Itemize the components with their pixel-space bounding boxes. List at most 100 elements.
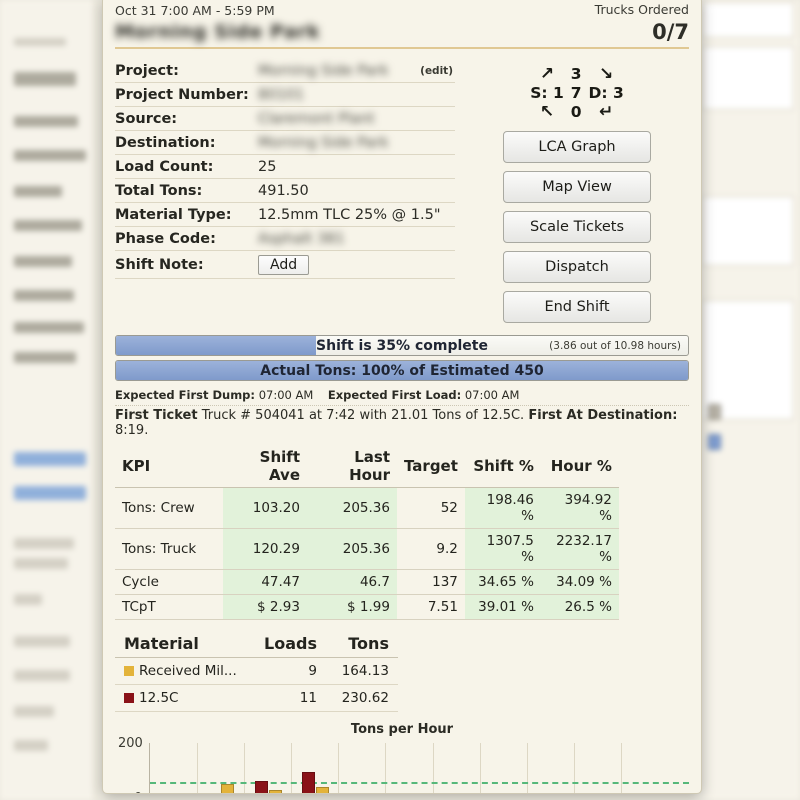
chart-bar-group xyxy=(302,772,329,794)
material-cell-tons: 230.62 xyxy=(326,685,398,712)
kpi-col-shift-ave: Shift Ave xyxy=(223,448,307,488)
detail-row-total-tons: Total Tons: 491.50 xyxy=(115,179,455,203)
material-section: Material Loads Tons Received Mil... 9 16… xyxy=(103,620,701,712)
background-bar xyxy=(708,404,721,420)
tons-progress-bar: Actual Tons: 100% of Estimated 450 xyxy=(115,360,689,381)
kpi-cell-shift-ave: 103.20 xyxy=(223,488,307,529)
map-view-button[interactable]: Map View xyxy=(503,171,651,203)
kpi-table: KPI Shift Ave Last Hour Target Shift % H… xyxy=(115,448,619,620)
detail-label: Destination: xyxy=(115,135,258,151)
first-at-destination-label: First At Destination: xyxy=(528,408,677,423)
background-sidebar-line xyxy=(14,740,48,751)
add-shift-note-button[interactable]: Add xyxy=(258,255,309,275)
expected-divider xyxy=(115,405,689,406)
chart-plot-area: 200 0 xyxy=(149,743,689,794)
detail-value: Asphalt 381 xyxy=(258,231,455,247)
detail-label: Shift Note: xyxy=(115,257,258,273)
kpi-cell-target: 52 xyxy=(397,488,465,529)
expected-first-load-value: 07:00 AM xyxy=(465,388,520,402)
progress-section: Shift is 35% complete (3.86 out of 10.98… xyxy=(103,331,701,385)
tons-per-hour-chart: Tons per Hour 200 0 7 am8 am9 am10 am11 … xyxy=(103,712,701,794)
kpi-cell-hour-pct: 2232.17 % xyxy=(541,529,619,570)
material-cell-tons: 164.13 xyxy=(326,658,398,685)
detail-value: Morning Side Park (edit) xyxy=(258,63,455,79)
detail-row-shift-note: Shift Note: Add xyxy=(115,251,455,279)
material-name-text: Received Mil... xyxy=(139,663,237,679)
kpi-cell-hour-pct: 394.92 % xyxy=(541,488,619,529)
background-bar xyxy=(708,434,721,450)
material-cell-name: 12.5C xyxy=(115,685,255,712)
detail-row-material-type: Material Type: 12.5mm TLC 25% @ 1.5" xyxy=(115,203,455,227)
background-sidebar-line xyxy=(14,452,86,466)
first-at-destination-value: 8:19. xyxy=(115,423,148,438)
arrow-up-left-icon: ↖ xyxy=(540,104,554,121)
detail-row-project-number: Project Number: 80101 xyxy=(115,83,455,107)
chart-bar xyxy=(302,772,315,794)
table-row: Cycle 47.47 46.7 137 34.65 % 34.09 % xyxy=(115,570,619,595)
kpi-cell-shift-ave: 120.29 xyxy=(223,529,307,570)
detail-label: Total Tons: xyxy=(115,183,258,199)
detail-value: Add xyxy=(258,255,455,275)
detail-row-phase-code: Phase Code: Asphalt 381 xyxy=(115,227,455,251)
expected-first-dump-label: Expected First Dump: xyxy=(115,388,255,402)
kpi-section: KPI Shift Ave Last Hour Target Shift % H… xyxy=(103,438,701,620)
chart-bar xyxy=(221,784,234,794)
background-sidebar-line xyxy=(14,352,76,363)
background-panel xyxy=(702,196,794,266)
chart-ytick-max: 200 xyxy=(118,736,143,751)
background-sidebar-line xyxy=(14,706,54,717)
chart-bar-group xyxy=(255,781,282,794)
detail-value: 25 xyxy=(258,159,455,175)
kpi-cell-hour-pct: 34.09 % xyxy=(541,570,619,595)
shift-detail-dialog: Oct 31 7:00 AM - 5:59 PM Trucks Ordered … xyxy=(102,0,702,794)
material-cell-loads: 9 xyxy=(255,658,326,685)
chart-title: Tons per Hour xyxy=(115,722,689,737)
material-cell-loads: 11 xyxy=(255,685,326,712)
detail-row-source: Source: Claremont Plant xyxy=(115,107,455,131)
arrow-return-icon: ↵ xyxy=(599,104,613,121)
kpi-cell-last-hour: 205.36 xyxy=(307,529,397,570)
kpi-col-last-hour: Last Hour xyxy=(307,448,397,488)
kpi-cell-target: 7.51 xyxy=(397,595,465,620)
background-sidebar-line xyxy=(14,186,62,197)
chart-bar-group xyxy=(207,784,234,794)
kpi-cell-shift-pct: 198.46 % xyxy=(465,488,541,529)
background-sidebar-line xyxy=(14,322,84,333)
background-right-panel xyxy=(692,0,800,800)
kpi-cell-last-hour: 46.7 xyxy=(307,570,397,595)
chart-gridline xyxy=(385,743,386,794)
kpi-cell-shift-pct: 1307.5 % xyxy=(465,529,541,570)
arrow-down-right-icon: ↘ xyxy=(599,66,613,83)
kpi-cell-shift-pct: 39.01 % xyxy=(465,595,541,620)
table-row: Received Mil... 9 164.13 xyxy=(115,658,398,685)
shift-progress-hours: (3.86 out of 10.98 hours) xyxy=(549,336,681,355)
tons-progress-label: Actual Tons: 100% of Estimated 450 xyxy=(116,361,688,380)
table-row: Tons: Truck 120.29 205.36 9.2 1307.5 % 2… xyxy=(115,529,619,570)
detail-value: 491.50 xyxy=(258,183,455,199)
background-sidebar-line xyxy=(14,220,82,231)
trucks-loading-count: 3 xyxy=(571,65,582,83)
kpi-col-hour-pct: Hour % xyxy=(541,448,619,488)
background-sidebar-line xyxy=(14,150,86,161)
dialog-header: Oct 31 7:00 AM - 5:59 PM Trucks Ordered … xyxy=(103,0,701,53)
arrow-up-right-icon: ↗ xyxy=(540,66,554,83)
first-ticket-row: First Ticket Truck # 504041 at 7:42 with… xyxy=(103,408,701,438)
dialog-side-column: ↗ 3 ↘ S: 1 7 D: 3 ↖ 0 ↵ LCA Graph Map Vi… xyxy=(465,59,689,331)
dispatch-button[interactable]: Dispatch xyxy=(503,251,651,283)
kpi-cell-name: Cycle xyxy=(115,570,223,595)
scale-tickets-button[interactable]: Scale Tickets xyxy=(503,211,651,243)
expected-times-row: Expected First Dump: 07:00 AM Expected F… xyxy=(103,385,701,408)
edit-project-link[interactable]: (edit) xyxy=(420,65,455,77)
detail-label: Phase Code: xyxy=(115,231,258,247)
kpi-header-row: KPI Shift Ave Last Hour Target Shift % H… xyxy=(115,448,619,488)
trucks-hauling-count: 7 xyxy=(571,84,582,102)
chart-gridline xyxy=(527,743,528,794)
lca-graph-button[interactable]: LCA Graph xyxy=(503,131,651,163)
end-shift-button[interactable]: End Shift xyxy=(503,291,651,323)
detail-value: 80101 xyxy=(258,87,455,103)
chart-gridline xyxy=(574,743,575,794)
material-table: Material Loads Tons Received Mil... 9 16… xyxy=(115,634,398,712)
detail-label: Project Number: xyxy=(115,87,258,103)
first-ticket-text: Truck # 504041 at 7:42 with 21.01 Tons o… xyxy=(202,408,524,423)
chart-gridline xyxy=(433,743,434,794)
